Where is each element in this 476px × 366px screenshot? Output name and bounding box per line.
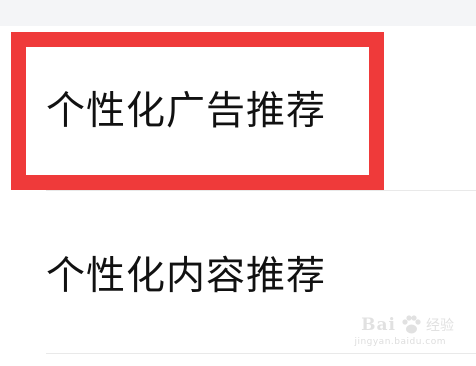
watermark-brand: Bai bbox=[361, 315, 396, 335]
personalized-ads-label: 个性化广告推荐 bbox=[46, 89, 327, 134]
personalized-content-label: 个性化内容推荐 bbox=[46, 254, 327, 299]
paw-icon bbox=[400, 314, 422, 336]
divider bbox=[46, 353, 476, 354]
baidu-watermark: Bai 经验 bbox=[361, 314, 454, 336]
watermark-sub: 经验 bbox=[426, 318, 454, 334]
section-gap bbox=[0, 0, 476, 26]
settings-page: 个性化广告推荐 个性化内容推荐 Bai 经验 jingyan.baidu.com bbox=[0, 0, 476, 366]
personalized-ads-item[interactable]: 个性化广告推荐 bbox=[0, 26, 476, 190]
watermark-url: jingyan.baidu.com bbox=[354, 337, 446, 347]
